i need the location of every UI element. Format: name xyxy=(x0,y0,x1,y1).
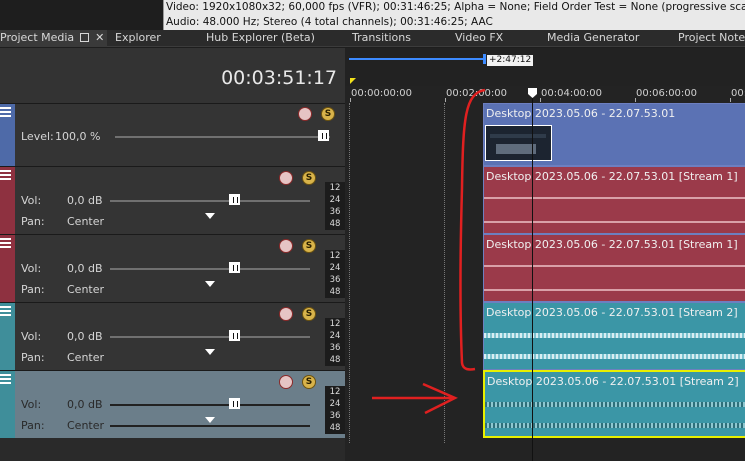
mute-icon[interactable] xyxy=(279,239,293,253)
cursor-timecode[interactable]: 00:03:51:17 xyxy=(0,48,345,103)
tab-hub-explorer[interactable]: Hub Explorer (Beta) xyxy=(206,30,315,47)
level-meter: 12 24 36 48 xyxy=(325,386,345,434)
vol-slider-knob[interactable] xyxy=(229,262,240,273)
vol-slider-knob[interactable] xyxy=(229,194,240,205)
dock-icon[interactable] xyxy=(80,33,90,42)
level-slider-track[interactable] xyxy=(115,136,330,138)
track-menu-icon[interactable] xyxy=(0,170,11,182)
pan-value: Center xyxy=(67,283,105,296)
track-menu-icon[interactable] xyxy=(0,374,11,386)
vol-slider-track[interactable] xyxy=(110,200,310,202)
pan-value: Center xyxy=(67,419,105,432)
tab-project-media[interactable]: Project Media ✕ xyxy=(0,30,107,47)
track-menu-icon[interactable] xyxy=(0,238,11,250)
vol-label: Vol: xyxy=(21,194,42,207)
pan-slider-knob[interactable] xyxy=(205,417,215,423)
vol-slider-track[interactable] xyxy=(110,336,310,338)
top-left-blank xyxy=(0,0,163,30)
audio-info-line: Audio: 48.000 Hz; Stereo (4 total channe… xyxy=(166,16,493,28)
pan-value: Center xyxy=(67,351,105,364)
level-value: 100,0 % xyxy=(55,130,101,143)
pan-label: Pan: xyxy=(21,351,45,364)
solo-icon[interactable]: S xyxy=(302,171,316,185)
pan-slider-knob[interactable] xyxy=(205,213,215,219)
timeline-area[interactable]: +2:47:12 00:00:00:00 00:02:00:00 00:04:0… xyxy=(345,48,745,461)
pan-value: Center xyxy=(67,215,105,228)
mute-icon[interactable] xyxy=(279,171,293,185)
audio-track-header-selected[interactable]: S Vol: 0,0 dB Pan: Center 12 24 36 48 xyxy=(0,370,345,438)
solo-icon[interactable]: S xyxy=(302,375,316,389)
pan-label: Pan: xyxy=(21,215,45,228)
red-annotation-overlay xyxy=(372,88,486,415)
vol-value: 0,0 dB xyxy=(67,398,103,411)
level-meter: 12 24 36 48 xyxy=(325,318,345,366)
solo-icon[interactable]: S xyxy=(302,239,316,253)
level-label: Level: xyxy=(21,130,54,143)
solo-icon[interactable]: S xyxy=(321,107,335,121)
vol-slider-knob[interactable] xyxy=(229,330,240,341)
pan-slider-knob[interactable] xyxy=(205,281,215,287)
track-menu-icon[interactable] xyxy=(0,306,11,318)
video-info-line: Video: 1920x1080x32; 60,000 fps (VFR); 0… xyxy=(166,1,745,13)
pan-slider-knob[interactable] xyxy=(205,349,215,355)
tab-project-notes[interactable]: Project Notes xyxy=(678,30,745,47)
vol-label: Vol: xyxy=(21,262,42,275)
media-info-panel: Video: 1920x1080x32; 60,000 fps (VFR); 0… xyxy=(163,0,745,30)
vol-slider-track[interactable] xyxy=(110,404,310,406)
mute-icon[interactable] xyxy=(298,107,312,121)
vol-label: Vol: xyxy=(21,398,42,411)
mute-icon[interactable] xyxy=(279,375,293,389)
vol-value: 0,0 dB xyxy=(67,194,103,207)
window-tab-bar: Project Media ✕ Explorer Hub Explorer (Be… xyxy=(0,30,745,47)
solo-icon[interactable]: S xyxy=(302,307,316,321)
pan-label: Pan: xyxy=(21,419,45,432)
level-meter: 12 24 36 48 xyxy=(325,250,345,298)
mute-icon[interactable] xyxy=(279,307,293,321)
vol-slider-knob[interactable] xyxy=(229,398,240,409)
tab-explorer[interactable]: Explorer xyxy=(115,30,161,47)
vol-value: 0,0 dB xyxy=(67,330,103,343)
tab-media-generator[interactable]: Media Generator xyxy=(547,30,639,47)
annotation-bracket xyxy=(459,88,486,371)
track-list-panel: 00:03:51:17 S Level: 100,0 % S Vol: 0,0 … xyxy=(0,48,345,461)
audio-track-header[interactable]: S Vol: 0,0 dB Pan: Center 12 24 36 48 xyxy=(0,302,345,370)
level-meter: 12 24 36 48 xyxy=(325,182,345,230)
audio-track-header[interactable]: S Vol: 0,0 dB Pan: Center 12 24 36 48 xyxy=(0,166,345,234)
tab-transitions[interactable]: Transitions xyxy=(352,30,411,47)
tab-video-fx[interactable]: Video FX xyxy=(455,30,503,47)
vol-label: Vol: xyxy=(21,330,42,343)
vol-slider-track[interactable] xyxy=(110,268,310,270)
level-slider-knob[interactable] xyxy=(318,130,329,141)
audio-track-header[interactable]: S Vol: 0,0 dB Pan: Center 12 24 36 48 xyxy=(0,234,345,302)
tab-label: Project Media xyxy=(0,31,75,44)
video-track-header[interactable]: S Level: 100,0 % xyxy=(0,103,345,166)
pan-slider-track[interactable] xyxy=(110,425,310,427)
close-icon[interactable]: ✕ xyxy=(95,31,104,44)
track-menu-icon[interactable] xyxy=(0,107,11,119)
pan-label: Pan: xyxy=(21,283,45,296)
vol-value: 0,0 dB xyxy=(67,262,103,275)
